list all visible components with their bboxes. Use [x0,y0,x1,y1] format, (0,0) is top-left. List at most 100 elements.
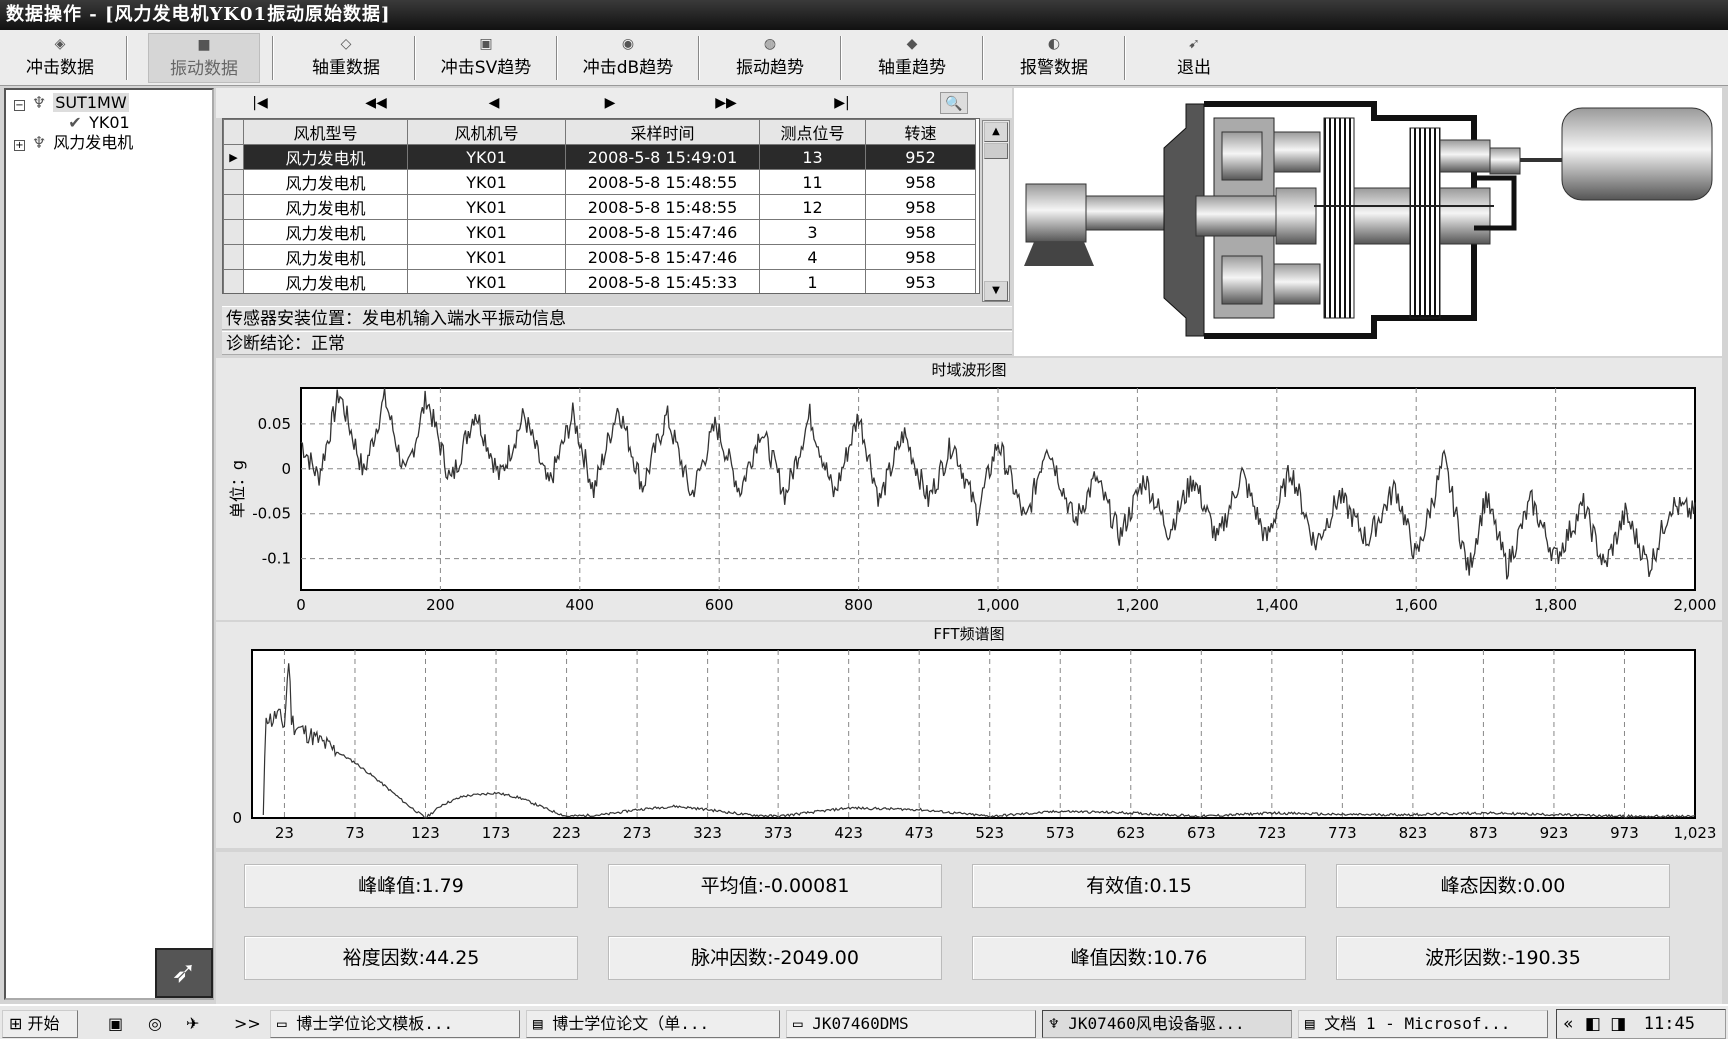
row-pointer-icon: ▶ [223,144,244,170]
crest-factor: 峰值因数:10.76 [972,936,1306,980]
plot-area [251,649,1696,819]
taskbar-item[interactable]: ▭ 博士学位论文模板... [270,1010,520,1038]
tree-node-wind-generator[interactable]: + ♆ 风力发电机 [14,132,133,154]
x-tick-label: 323 [693,824,722,842]
x-tick-label: 73 [345,824,364,842]
y-tick-label: 0.05 [258,415,291,433]
table-row[interactable]: ▶ 风力发电机 YK01 2008-5-8 15:49:01 13 952 [223,144,976,170]
y-tick-label: -0.05 [252,505,291,523]
y-tick-label: 0 [281,460,291,478]
search-icon[interactable]: 🔍 [940,92,968,114]
x-tick-label: 2,000 [1674,596,1717,614]
y-tick-label: -0.1 [262,550,291,568]
tray-expand[interactable]: « [1563,1014,1573,1034]
tree-node-yk01[interactable]: ✔ YK01 [66,112,129,134]
media-icon[interactable]: ✈ [186,1014,199,1033]
window-title: 数据操作 - [风力发电机YK01振动原始数据] [0,0,1728,30]
time-domain-chart: 时域波形图 0 200 400 600 800 1,000 1,200 1,400 1,600 1… [216,358,1722,620]
x-tick-label: 123 [411,824,440,842]
table-row[interactable]: 风力发电机 YK01 2008-5-8 15:45:33 1 953 [223,269,976,293]
folder-icon: ▭ [793,1014,803,1033]
x-tick-label: 773 [1328,824,1357,842]
network-icon[interactable]: ◨ [1610,1014,1626,1034]
taskbar-item[interactable]: ▤ 文档 1 - Microsof... [1298,1010,1548,1038]
x-tick-label: 723 [1258,824,1287,842]
vibration-trend-button[interactable]: ◍ 振动趋势 [716,33,824,83]
scroll-up-icon[interactable]: ▲ [984,122,1008,142]
fft-spectrum-chart: FFT频谱图 23 73 123 173 223 273 323 373 423 473 523 57… [216,622,1722,848]
volume-icon[interactable]: ◧ [1585,1014,1601,1034]
exit-icon: ➹ [1188,36,1200,52]
kurtosis-factor: 峰态因数:0.00 [1336,864,1670,908]
tree-node-sut1mw[interactable]: − ♆ SUT1MW [14,92,129,114]
impact-sv-trend-button[interactable]: ▣ 冲击SV趋势 [426,33,546,83]
scroll-thumb[interactable] [984,143,1008,159]
x-tick-label: 823 [1399,824,1428,842]
x-tick-label: 673 [1187,824,1216,842]
start-button[interactable]: ⊞ 开始 [2,1010,78,1038]
impulse-factor: 脉冲因数:-2049.00 [608,936,942,980]
table-scrollbar[interactable]: ▲ ▼ [982,120,1010,302]
diagnosis-text: 诊断结论：正常 [222,331,1012,355]
shape-factor: 波形因数:-190.35 [1336,936,1670,980]
browser-icon[interactable]: ◎ [148,1014,162,1033]
scroll-down-icon[interactable]: ▼ [984,281,1008,301]
time-domain-plot[interactable]: 0 200 400 600 800 1,000 1,200 1,400 1,600 1,800 2,… [216,358,1722,620]
peak-to-peak-value: 峰峰值:1.79 [244,864,578,908]
x-tick-label: 923 [1540,824,1569,842]
device-tree[interactable]: − ♆ SUT1MW ✔ YK01 + ♆ 风力发电机 [4,88,214,1000]
x-tick-label: 873 [1469,824,1498,842]
axle-load-trend-button[interactable]: ◆ 轴重趋势 [858,33,966,83]
column-header[interactable]: 转速 [865,119,976,145]
taskbar-item[interactable]: ▭ JK07460DMS [786,1010,1036,1038]
record-navigator: |◀ ◀◀ ◀ ▶ ▶▶ ▶| 🔍 [216,88,1012,118]
show-desktop-icon[interactable]: ▣ [108,1014,123,1033]
impact-data-icon: ◈ [54,36,66,52]
y-axis-label: 单位：g [228,460,247,518]
quicklaunch-more[interactable]: >> [234,1014,261,1033]
table-row[interactable]: 风力发电机 YK01 2008-5-8 15:48:55 11 958 [223,169,976,195]
column-header[interactable]: 风机机号 [407,119,566,145]
exit-button[interactable]: ➹ 退出 [1140,33,1248,83]
next-record-button[interactable]: ▶ [590,92,630,114]
table-row[interactable]: 风力发电机 YK01 2008-5-8 15:47:46 4 958 [223,244,976,270]
margin-factor: 裕度因数:44.25 [244,936,578,980]
x-tick-label: 523 [975,824,1004,842]
impact-db-trend-button[interactable]: ◉ 冲击dB趋势 [568,33,688,83]
collapse-icon[interactable]: − [14,100,25,111]
alarm-data-icon: ◐ [1047,36,1061,52]
table-row[interactable]: 风力发电机 YK01 2008-5-8 15:47:46 3 958 [223,219,976,245]
taskbar-item-active[interactable]: ♆ JK07460风电设备驱... [1042,1010,1292,1038]
vibration-data-button[interactable]: ■ 振动数据 [148,33,260,83]
prev-page-button[interactable]: ◀◀ [356,92,396,114]
next-page-button[interactable]: ▶▶ [706,92,746,114]
app-icon: ♆ [1049,1014,1059,1033]
row-indicator-header [223,119,244,145]
x-tick-label: 1,600 [1395,596,1438,614]
taskbar: ⊞ 开始 ▣ ◎ ✈ >> ▭ 博士学位论文模板... ▤ 博士学位论文（单..… [0,1004,1728,1039]
word-doc-icon: ▤ [1305,1014,1315,1033]
table-row[interactable]: 风力发电机 YK01 2008-5-8 15:48:55 12 958 [223,194,976,220]
last-record-button[interactable]: ▶| [822,92,862,114]
x-tick-label: 200 [426,596,455,614]
taskbar-item[interactable]: ▤ 博士学位论文（单... [526,1010,780,1038]
x-tick-label: 423 [834,824,863,842]
system-tray: « ◧ ◨ 11:45 [1556,1009,1726,1039]
word-doc-icon: ▤ [533,1014,543,1033]
column-header[interactable]: 采样时间 [565,119,760,145]
column-header[interactable]: 测点位号 [759,119,866,145]
impact-db-trend-icon: ◉ [621,36,635,52]
expand-icon[interactable]: + [14,140,25,151]
vibration-trend-icon: ◍ [763,36,777,52]
sample-table: 风机型号 风机机号 采样时间 测点位号 转速 ▶ 风力发电机 YK01 2008-5-… [222,118,980,294]
alarm-data-button[interactable]: ◐ 报警数据 [1000,33,1108,83]
prev-record-button[interactable]: ◀ [474,92,514,114]
axle-load-data-button[interactable]: ◇ 轴重数据 [290,33,402,83]
y-tick-label: 0 [232,809,242,827]
impact-data-button[interactable]: ◈ 冲击数据 [6,33,114,83]
windows-logo-icon: ⊞ [9,1014,23,1033]
x-tick-label: 273 [623,824,652,842]
first-record-button[interactable]: |◀ [240,92,280,114]
fft-spectrum-plot[interactable]: 23 73 123 173 223 273 323 373 423 473 523 573 623 673… [216,622,1722,848]
column-header[interactable]: 风机型号 [243,119,408,145]
